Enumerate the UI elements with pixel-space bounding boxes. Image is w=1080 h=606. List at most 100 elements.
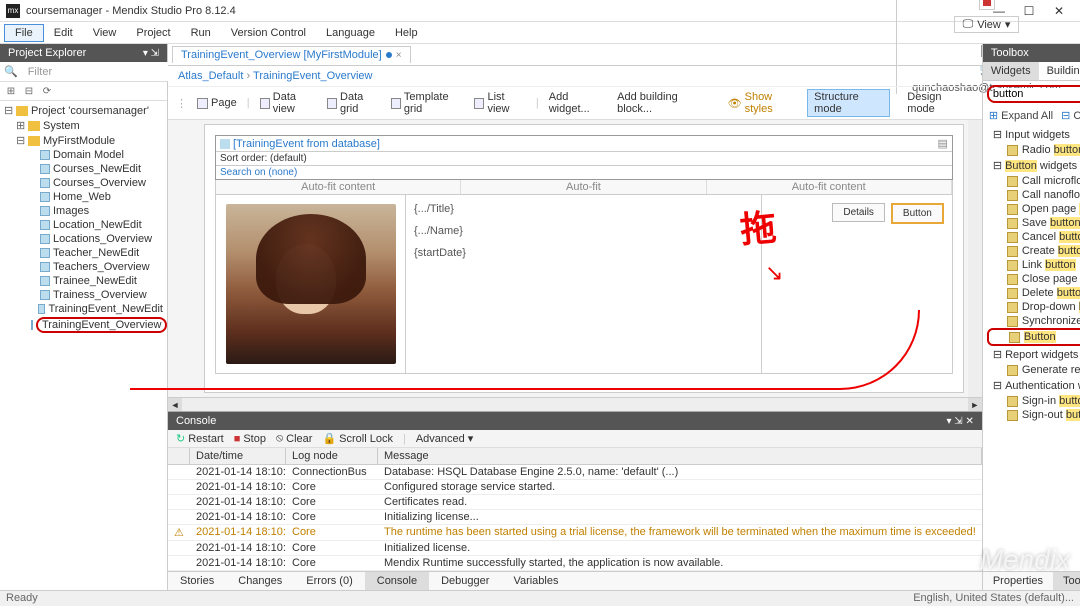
tree-item[interactable]: Locations_Overview bbox=[0, 232, 167, 246]
console-row[interactable]: 2021-01-14 18:10:45...CoreInitializing l… bbox=[168, 510, 982, 525]
menu-version-control[interactable]: Version Control bbox=[221, 25, 316, 41]
title-text[interactable]: {.../Title} bbox=[414, 203, 753, 215]
clear-button[interactable]: ⦸Clear bbox=[276, 432, 312, 445]
stop-run-button[interactable] bbox=[979, 0, 995, 10]
image-widget[interactable] bbox=[216, 195, 406, 373]
console-row[interactable]: 2021-01-14 18:10:45...CoreConfigured sto… bbox=[168, 480, 982, 495]
sync-icon[interactable]: ⟳ bbox=[40, 84, 54, 98]
dataview-button[interactable]: Data view bbox=[260, 91, 317, 115]
tree-item[interactable]: Teachers_Overview bbox=[0, 260, 167, 274]
toolbox-item[interactable]: Call nanoflow button bbox=[983, 188, 1080, 202]
scroll-lock-button[interactable]: 🔒Scroll Lock bbox=[322, 432, 393, 445]
text-column[interactable]: {.../Title} {.../Name} {startDate} bbox=[406, 195, 762, 373]
tree-item[interactable]: Courses_NewEdit bbox=[0, 162, 167, 176]
templategrid-button[interactable]: Template grid bbox=[391, 91, 465, 115]
editor-tab[interactable]: TrainingEvent_Overview [MyFirstModule]× bbox=[172, 46, 411, 63]
console-row[interactable]: ⚠2021-01-14 18:10:45...CoreThe runtime h… bbox=[168, 525, 982, 541]
datagrid-button[interactable]: Data grid bbox=[327, 91, 381, 115]
tree-item[interactable]: Home_Web bbox=[0, 190, 167, 204]
toolbox-item[interactable]: Close page button bbox=[983, 272, 1080, 286]
toolbox-item[interactable]: Generate report button bbox=[983, 363, 1080, 377]
toolbox-category[interactable]: ⊟ Button widgets bbox=[983, 157, 1080, 174]
tree-item[interactable]: TrainingEvent_NewEdit bbox=[0, 302, 167, 316]
details-button[interactable]: Details bbox=[832, 203, 885, 222]
toolbox-category[interactable]: ⊟ Authentication widgets bbox=[983, 377, 1080, 394]
view-app-button[interactable]: 🖵View▾ bbox=[954, 16, 1020, 33]
new-button-widget[interactable]: Button bbox=[891, 203, 944, 224]
console-row[interactable]: 2021-01-14 18:10:45...ConnectionBusDatab… bbox=[168, 465, 982, 480]
tab-blocks[interactable]: Building blocks bbox=[1039, 62, 1080, 80]
tree-project-root[interactable]: ⊟Project 'coursemanager' bbox=[0, 103, 167, 118]
expand-all-icon[interactable]: ⊞ bbox=[4, 84, 18, 98]
restart-button[interactable]: ↻Restart bbox=[176, 432, 224, 445]
toolbox-item[interactable]: Open page button bbox=[983, 202, 1080, 216]
show-styles-button[interactable]: 👁 Show styles bbox=[728, 91, 798, 115]
crumb[interactable]: Atlas_Default bbox=[178, 70, 243, 82]
toolbox-item[interactable]: Button bbox=[987, 328, 1080, 346]
stop-button[interactable]: ■Stop bbox=[234, 433, 266, 445]
design-mode-button[interactable]: Design mode bbox=[900, 89, 974, 117]
menu-view[interactable]: View bbox=[83, 25, 127, 41]
tab-console[interactable]: Console bbox=[365, 572, 429, 590]
toolbox-category[interactable]: ⊟ Input widgets bbox=[983, 126, 1080, 143]
tab-stories[interactable]: Stories bbox=[168, 572, 226, 590]
tree-item[interactable]: Domain Model bbox=[0, 148, 167, 162]
toolbox-item[interactable]: Radio buttons bbox=[983, 143, 1080, 157]
tree-item[interactable]: Trainee_NewEdit bbox=[0, 274, 167, 288]
startdate-text[interactable]: {startDate} bbox=[414, 247, 753, 259]
tree-item[interactable]: TrainingEvent_Overview bbox=[0, 316, 167, 334]
button-column[interactable]: Details Button bbox=[762, 195, 952, 373]
toolbox-item[interactable]: Sign-out button bbox=[983, 408, 1080, 422]
toolbox-search-input[interactable] bbox=[993, 88, 1080, 100]
toolbox-search[interactable]: × bbox=[987, 85, 1080, 103]
tab-debugger[interactable]: Debugger bbox=[429, 572, 501, 590]
toolbox-item[interactable]: Link button bbox=[983, 258, 1080, 272]
name-text[interactable]: {.../Name} bbox=[414, 225, 753, 237]
expand-all-button[interactable]: ⊞ Expand All bbox=[989, 109, 1053, 122]
toolbox-item[interactable]: Sign-in button bbox=[983, 394, 1080, 408]
tree-system[interactable]: ⊞System bbox=[0, 118, 167, 133]
console-row[interactable]: 2021-01-14 18:10:45...CoreCertificates r… bbox=[168, 495, 982, 510]
tab-errors[interactable]: Errors (0) bbox=[294, 572, 364, 590]
add-widget-button[interactable]: Add widget... bbox=[549, 91, 607, 115]
toolbox-item[interactable]: Create button bbox=[983, 244, 1080, 258]
toolbox-item[interactable]: Synchronize button bbox=[983, 314, 1080, 328]
close-tab-icon[interactable]: × bbox=[396, 50, 402, 61]
add-block-button[interactable]: Add building block... bbox=[617, 91, 707, 115]
vertical-scrollbar[interactable] bbox=[968, 120, 982, 397]
toolbox-category[interactable]: ⊟ Report widgets bbox=[983, 346, 1080, 363]
console-row[interactable]: 2021-01-14 18:10:46...CoreMendix Runtime… bbox=[168, 556, 982, 571]
menu-run[interactable]: Run bbox=[181, 25, 221, 41]
toolbox-item[interactable]: Save button bbox=[983, 216, 1080, 230]
tab-changes[interactable]: Changes bbox=[226, 572, 294, 590]
tree-item[interactable]: Teacher_NewEdit bbox=[0, 246, 167, 260]
tab-widgets[interactable]: Widgets bbox=[983, 62, 1039, 80]
menu-project[interactable]: Project bbox=[126, 25, 180, 41]
tab-variables[interactable]: Variables bbox=[501, 572, 570, 590]
menu-file[interactable]: File bbox=[4, 24, 44, 42]
panel-controls[interactable]: ▾ ⇲ ✕ bbox=[947, 416, 974, 427]
advanced-button[interactable]: Advanced ▾ bbox=[416, 432, 473, 445]
collapse-all-icon[interactable]: ⊟ bbox=[22, 84, 36, 98]
panel-pin-icon[interactable]: ▾ ⇲ bbox=[143, 48, 159, 59]
menu-language[interactable]: Language bbox=[316, 25, 385, 41]
horizontal-scrollbar[interactable]: ◄► bbox=[168, 397, 982, 411]
listview-datasource[interactable]: [TrainingEvent from database]▤ Sort orde… bbox=[215, 135, 953, 180]
page-button[interactable]: Page bbox=[197, 97, 237, 109]
menu-help[interactable]: Help bbox=[385, 25, 428, 41]
listview-button[interactable]: List view bbox=[474, 91, 526, 115]
toolbox-item[interactable]: Delete button bbox=[983, 286, 1080, 300]
menu-edit[interactable]: Edit bbox=[44, 25, 83, 41]
toolbox-item[interactable]: Call microflow button bbox=[983, 174, 1080, 188]
tree-item[interactable]: Courses_Overview bbox=[0, 176, 167, 190]
tree-item[interactable]: Trainess_Overview bbox=[0, 288, 167, 302]
collapse-all-button[interactable]: ⊟ Collapse All bbox=[1061, 109, 1080, 122]
crumb[interactable]: TrainingEvent_Overview bbox=[253, 70, 372, 82]
toolbox-item[interactable]: Drop-down button bbox=[983, 300, 1080, 314]
toolbox-item[interactable]: Cancel button bbox=[983, 230, 1080, 244]
console-row[interactable]: 2021-01-14 18:10:45...CoreInitialized li… bbox=[168, 541, 982, 556]
page-canvas[interactable]: [TrainingEvent from database]▤ Sort orde… bbox=[204, 124, 964, 393]
tree-module[interactable]: ⊟MyFirstModule bbox=[0, 133, 167, 148]
tree-item[interactable]: Location_NewEdit bbox=[0, 218, 167, 232]
explorer-filter-input[interactable] bbox=[22, 62, 176, 81]
